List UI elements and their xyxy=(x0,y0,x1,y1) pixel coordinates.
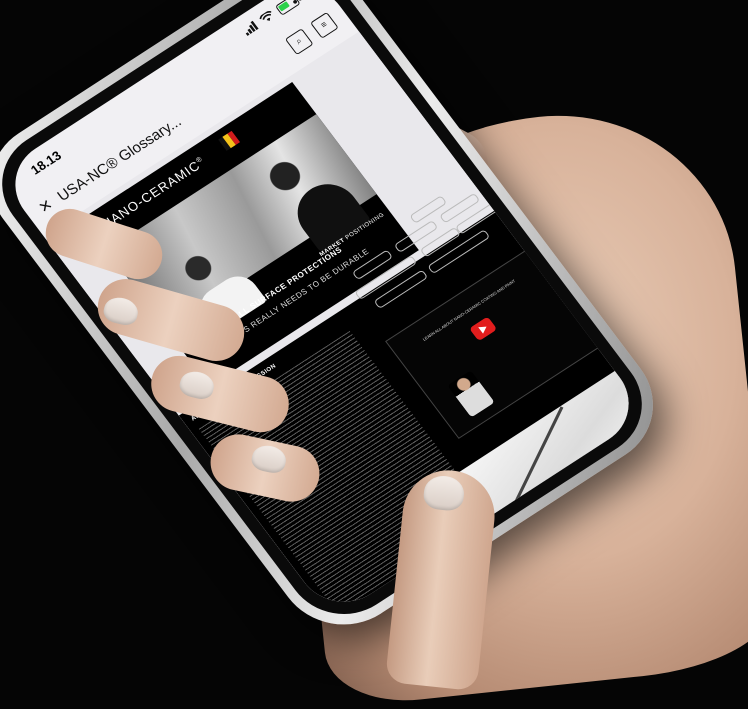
play-button-icon[interactable] xyxy=(469,316,498,342)
flag-icon xyxy=(218,130,241,151)
scene: 18.13 × USA-NC® Glossary... ⌕ ≡ NANO-CER… xyxy=(0,0,748,709)
search-document-icon[interactable]: ⌕ xyxy=(284,28,314,56)
wifi-icon xyxy=(258,9,278,27)
presenter-thumbnail xyxy=(447,370,495,418)
signal-bars-icon xyxy=(241,20,261,38)
reader-mode-icon[interactable]: ≡ xyxy=(309,11,339,39)
